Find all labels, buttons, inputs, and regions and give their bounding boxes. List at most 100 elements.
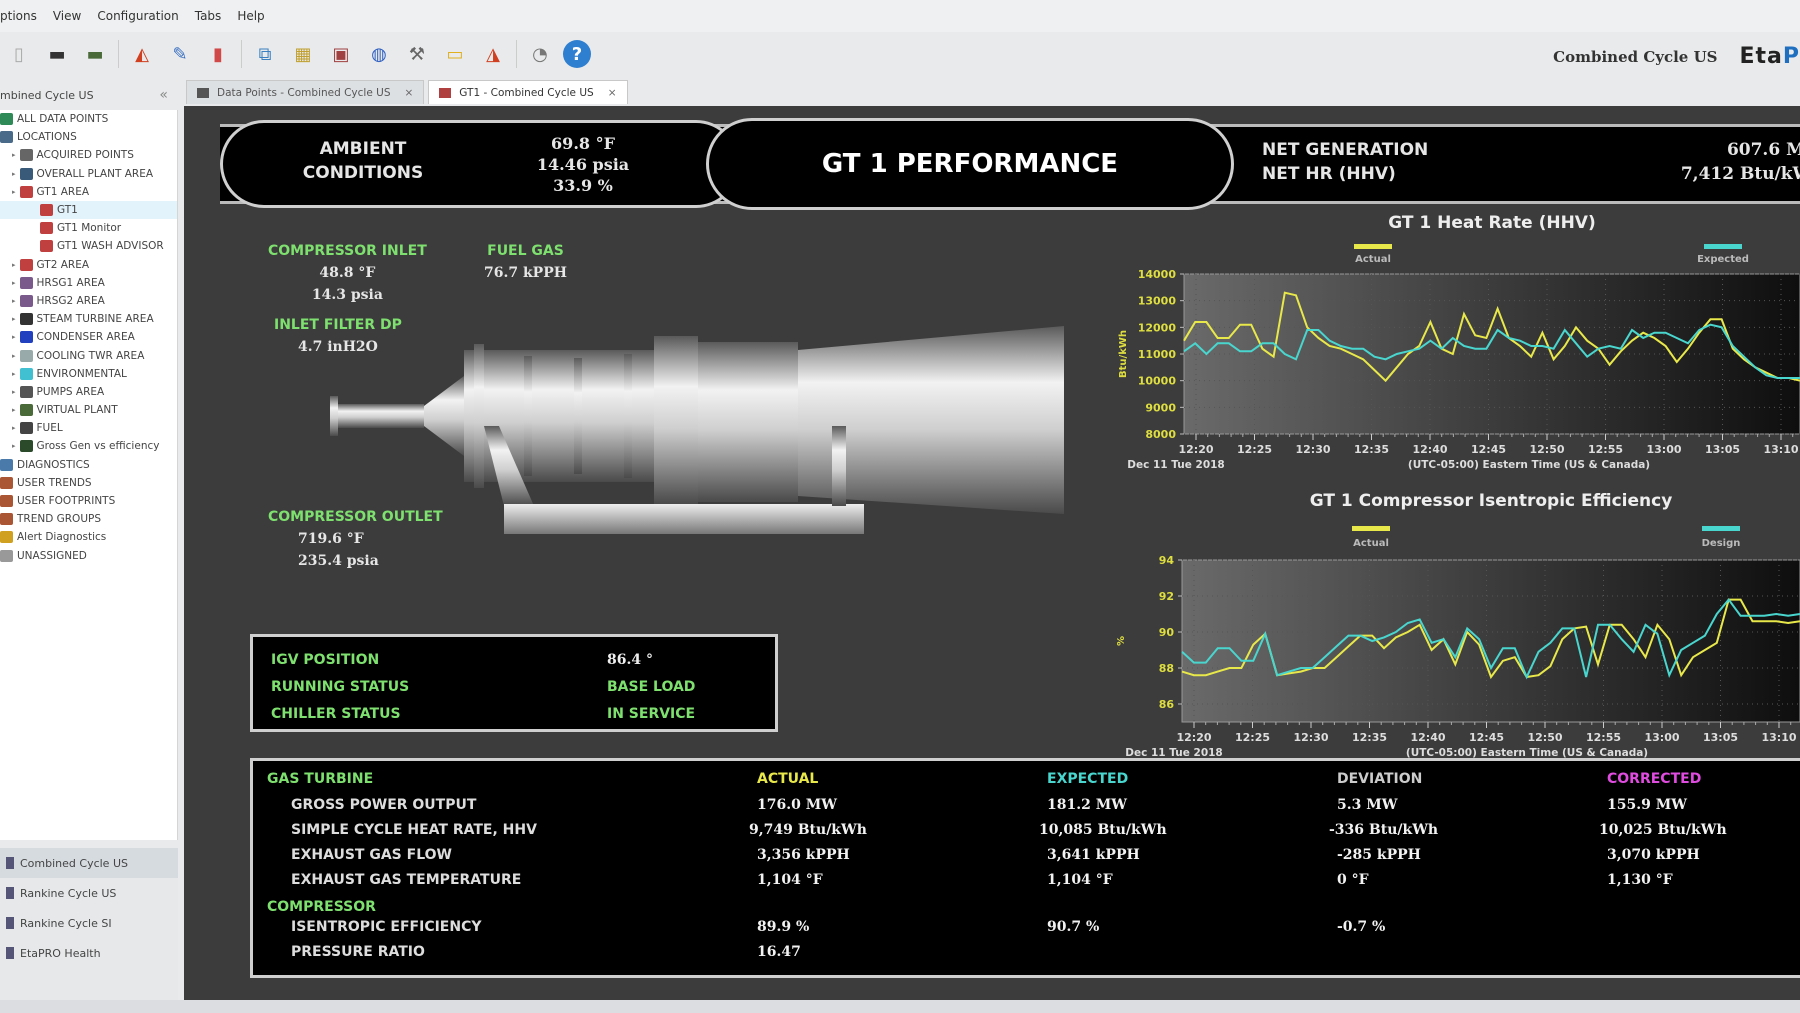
notebook-edit-icon[interactable]: ✎ xyxy=(165,39,195,69)
plant-icon[interactable]: ▯ xyxy=(4,39,34,69)
help-icon[interactable]: ? xyxy=(563,40,591,68)
tree-item[interactable]: ▸ GT1 AREA xyxy=(0,183,177,201)
tree-item[interactable]: ▸ PUMPS AREA xyxy=(0,383,177,401)
monitor-icon[interactable]: ▬ xyxy=(42,39,72,69)
location-icon xyxy=(40,222,53,235)
gauge-icon[interactable]: ◔ xyxy=(525,39,555,69)
expand-arrow-icon[interactable]: ▸ xyxy=(12,188,16,196)
x-tick-label: 12:45 xyxy=(1471,443,1506,456)
y-tick-label: 90 xyxy=(1159,626,1175,639)
expand-arrow-icon[interactable]: ▸ xyxy=(12,315,16,323)
close-tab-icon[interactable]: × xyxy=(404,87,413,99)
cell-expected: 1,104 °F xyxy=(1047,872,1113,888)
expand-arrow-icon[interactable]: ▸ xyxy=(12,279,16,287)
menu-tabs[interactable]: Tabs xyxy=(195,9,222,23)
status-value: 86.4 ° xyxy=(607,652,653,668)
tree-item[interactable]: ▸ ENVIRONMENTAL xyxy=(0,365,177,383)
location-icon xyxy=(19,422,33,435)
turbine-section xyxy=(698,342,798,502)
menu-view[interactable]: View xyxy=(53,9,81,23)
graph-icon[interactable]: ◮ xyxy=(478,39,508,69)
tree-item[interactable]: ▸ GT2 AREA xyxy=(0,256,177,274)
folder-network-icon[interactable]: ▭ xyxy=(440,39,470,69)
table-row: GROSS POWER OUTPUT 176.0 MW 181.2 MW 5.3 MW… xyxy=(267,793,1800,818)
tree-item-label: UNASSIGNED xyxy=(17,549,87,562)
tree-item[interactable]: ▸ FUEL xyxy=(0,419,177,437)
tab-data-points[interactable]: Data Points - Combined Cycle US × xyxy=(186,80,425,104)
column-header-expected: EXPECTED xyxy=(1047,771,1129,787)
row-label: SIMPLE CYCLE HEAT RATE, HHV xyxy=(291,822,537,838)
monitor-color-icon[interactable]: ▬ xyxy=(80,39,110,69)
tree-item[interactable]: GT1 WASH ADVISOR xyxy=(0,237,177,255)
expand-arrow-icon[interactable]: ▸ xyxy=(12,297,16,305)
tree-item[interactable]: TREND GROUPS xyxy=(0,510,177,528)
tree-item[interactable]: ▸ OVERALL PLANT AREA xyxy=(0,165,177,183)
expand-arrow-icon[interactable]: ▸ xyxy=(12,333,16,341)
tree-item[interactable]: ▸ CONDENSER AREA xyxy=(0,328,177,346)
expand-arrow-icon[interactable]: ▸ xyxy=(12,388,16,396)
tree-item[interactable]: Alert Diagnostics xyxy=(0,528,177,546)
status-row: RUNNING STATUS BASE LOAD xyxy=(271,674,757,701)
sidebar-title: mbined Cycle US xyxy=(0,88,94,102)
collapse-sidebar-button[interactable]: « xyxy=(159,87,168,103)
tree-item-label: ACQUIRED POINTS xyxy=(36,149,134,162)
location-icon xyxy=(19,404,33,417)
location-tree: ALL DATA POINTS LOCATIONS ▸ ACQUIRED POINTS… xyxy=(0,110,178,840)
plant-selector-item[interactable]: Combined Cycle US xyxy=(0,848,178,878)
tree-item[interactable]: ▸ HRSG1 AREA xyxy=(0,274,177,292)
tree-item[interactable]: DIAGNOSTICS xyxy=(0,456,177,474)
plot-area xyxy=(1181,559,1800,723)
column-header-corrected: CORRECTED xyxy=(1607,771,1702,787)
tree-item[interactable]: ▸ HRSG2 AREA xyxy=(0,292,177,310)
cell-actual: 89.9 % xyxy=(757,919,810,935)
tab-strip: Data Points - Combined Cycle US × GT1 - Co… xyxy=(186,80,628,106)
tree-item[interactable]: ALL DATA POINTS xyxy=(0,110,177,128)
expand-arrow-icon[interactable]: ▸ xyxy=(12,261,16,269)
tree-item-label: GT1 WASH ADVISOR xyxy=(57,240,164,253)
location-icon xyxy=(19,367,33,380)
expand-arrow-icon[interactable]: ▸ xyxy=(12,170,16,178)
expand-arrow-icon[interactable]: ▸ xyxy=(12,151,16,159)
plant-selector-item[interactable]: Rankine Cycle US xyxy=(0,878,178,908)
tree-item[interactable]: UNASSIGNED xyxy=(0,547,177,565)
expand-arrow-icon[interactable]: ▸ xyxy=(12,352,16,360)
ambient-pressure: 14.46 psia xyxy=(536,155,630,174)
tree-item-label: USER TRENDS xyxy=(17,476,92,489)
tree-item[interactable]: USER TRENDS xyxy=(0,474,177,492)
table-edit-icon[interactable]: ▦ xyxy=(288,39,318,69)
tree-item[interactable]: ▸ STEAM TURBINE AREA xyxy=(0,310,177,328)
expand-arrow-icon[interactable]: ▸ xyxy=(12,424,16,432)
close-tab-icon[interactable]: × xyxy=(608,87,617,99)
menu-configuration[interactable]: Configuration xyxy=(97,9,178,23)
tree-item[interactable]: ▸ COOLING TWR AREA xyxy=(0,346,177,364)
menu-help[interactable]: Help xyxy=(237,9,264,23)
y-tick-label: 92 xyxy=(1159,590,1174,603)
tree-item[interactable]: ▸ Gross Gen vs efficiency xyxy=(0,437,177,455)
location-icon xyxy=(19,149,33,162)
tree-item[interactable]: USER FOOTPRINTS xyxy=(0,492,177,510)
x-tick-label: 13:05 xyxy=(1703,731,1738,744)
cell-actual: 1,104 °F xyxy=(757,872,823,888)
tree-item[interactable]: ▸ VIRTUAL PLANT xyxy=(0,401,177,419)
y-tick-label: 9000 xyxy=(1145,401,1176,414)
expand-arrow-icon[interactable]: ▸ xyxy=(12,406,16,414)
tree-item[interactable]: LOCATIONS xyxy=(0,128,177,146)
tab-gt1[interactable]: GT1 - Combined Cycle US × xyxy=(428,80,628,104)
plant-selector-item[interactable]: Rankine Cycle SI xyxy=(0,908,178,938)
tree-item[interactable]: GT1 xyxy=(0,200,177,220)
y-tick-label: 86 xyxy=(1159,698,1175,711)
flowchart-icon[interactable]: ⧉ xyxy=(250,39,280,69)
water-level-icon[interactable]: ◍ xyxy=(364,39,394,69)
menu-ptions[interactable]: ptions xyxy=(0,9,37,23)
table-header-row: GAS TURBINE ACTUAL EXPECTED DEVIATION CORREC… xyxy=(267,771,1800,793)
net-labels: NET GENERATION NET HR (HHV) xyxy=(1262,138,1428,186)
users-report-icon[interactable]: ▣ xyxy=(326,39,356,69)
tree-item[interactable]: GT1 Monitor xyxy=(0,219,177,237)
tools-icon[interactable]: ⚒ xyxy=(402,39,432,69)
expand-arrow-icon[interactable]: ▸ xyxy=(12,370,16,378)
tree-item[interactable]: ▸ ACQUIRED POINTS xyxy=(0,146,177,164)
expand-arrow-icon[interactable]: ▸ xyxy=(12,442,16,450)
chart-area-icon[interactable]: ◭ xyxy=(127,39,157,69)
notebook-red-icon[interactable]: ▮ xyxy=(203,39,233,69)
plant-selector-item[interactable]: EtaPRO Health xyxy=(0,938,178,968)
